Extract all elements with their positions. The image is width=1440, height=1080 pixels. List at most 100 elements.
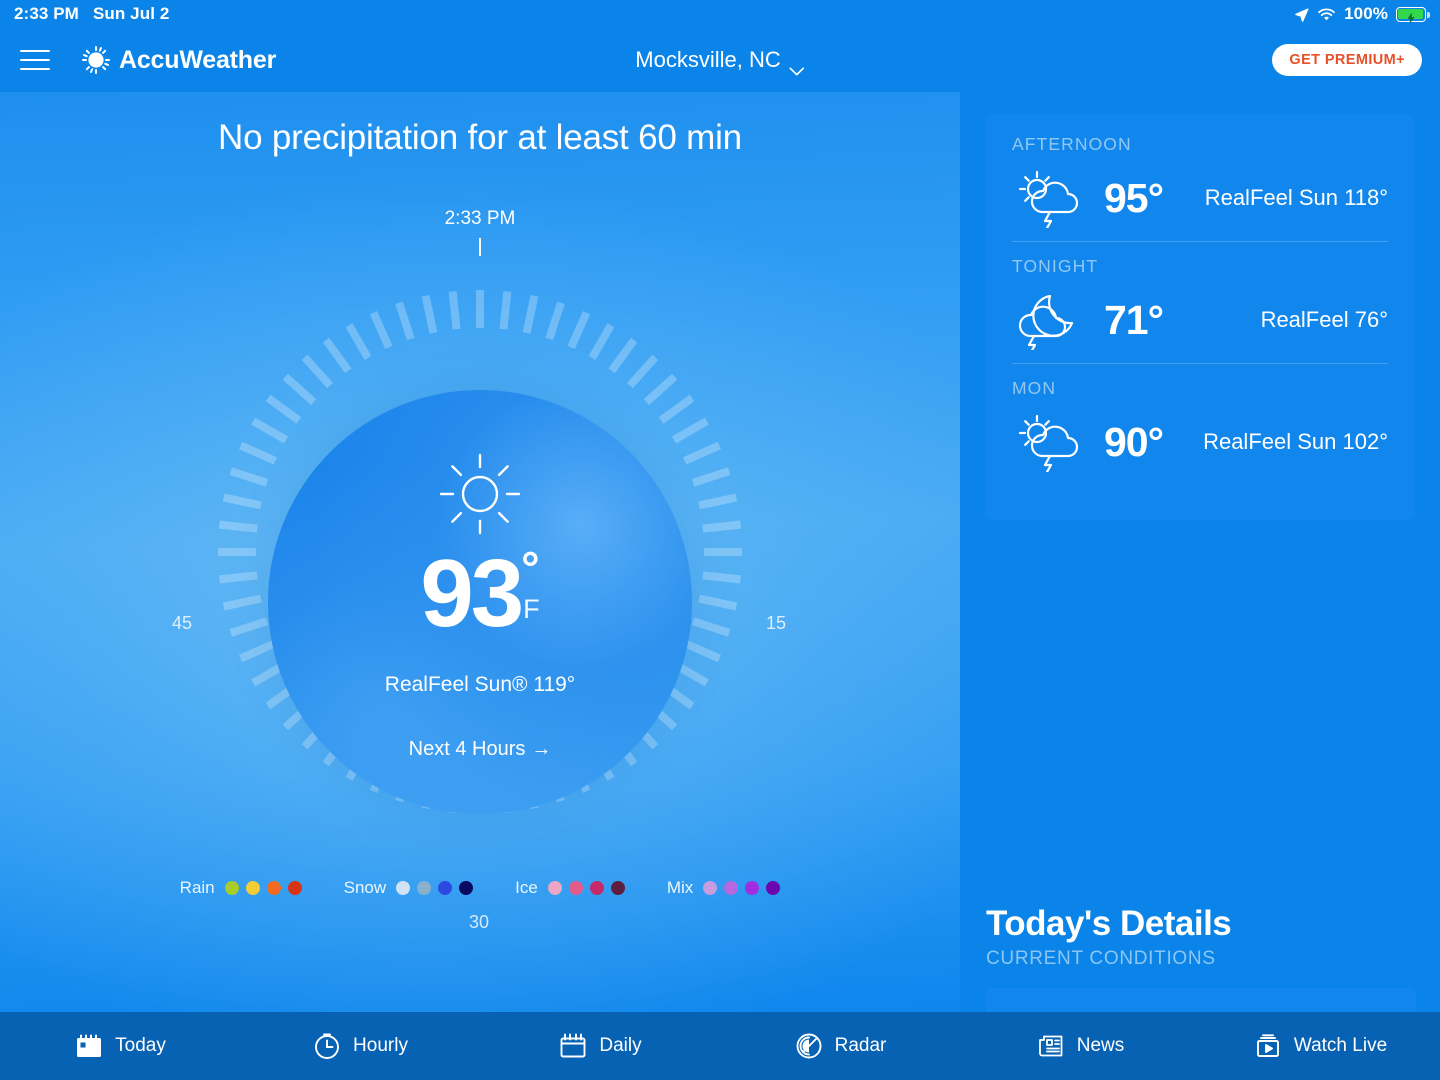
battery-percent: 100%: [1344, 4, 1388, 23]
legend-swatch: [703, 881, 718, 895]
nav-item-label: Radar: [834, 1035, 887, 1056]
degree-symbol: °: [521, 542, 540, 594]
dial-label-30: 30: [469, 912, 490, 932]
legend-swatches: [547, 881, 625, 895]
details-card-stub[interactable]: [986, 988, 1416, 1012]
forecast-row[interactable]: AFTERNOON 95° RealFeel Sun 118°: [1012, 114, 1388, 241]
dial-label-45: 45: [172, 613, 193, 633]
brand-name: AccuWeather: [119, 45, 277, 74]
nav-item-label: News: [1076, 1035, 1125, 1056]
current-temperature: 93 ° F: [268, 542, 692, 642]
dial-now-marker: [479, 238, 481, 256]
wifi-icon: [1317, 7, 1336, 22]
precipitation-legend: Rain Snow Ice Mix: [0, 878, 960, 898]
legend-swatch: [287, 881, 302, 895]
bottom-navigation: Today Hourly Daily Radar News Watch Live: [0, 1012, 1440, 1080]
legend-label: Rain: [179, 878, 215, 897]
forecast-row[interactable]: TONIGHT 71° RealFeel 76°: [1012, 242, 1388, 363]
legend-swatch: [224, 881, 239, 895]
legend-group-snow: Snow: [344, 878, 474, 898]
current-conditions-subtitle: CURRENT CONDITIONS: [986, 948, 1216, 969]
legend-swatch: [417, 881, 432, 895]
forecast-card: AFTERNOON 95° RealFeel Sun 118° TONIGHT 71° R…: [986, 114, 1414, 520]
get-premium-button[interactable]: GET PREMIUM+: [1272, 44, 1422, 76]
radar-icon: [794, 1031, 824, 1061]
location-arrow-icon: [1294, 7, 1309, 22]
forecast-temperature: 71°: [1104, 296, 1164, 343]
nav-item-watch-live[interactable]: Watch Live: [1200, 1031, 1440, 1061]
nav-item-daily[interactable]: Daily: [480, 1031, 720, 1061]
nav-item-today[interactable]: Today: [0, 1031, 240, 1061]
nav-item-hourly[interactable]: Hourly: [240, 1031, 480, 1061]
forecast-realfeel: RealFeel Sun 118°: [1204, 185, 1388, 210]
location-label: Mocksville, NC: [635, 47, 781, 72]
calendar-filled-icon: [74, 1031, 104, 1061]
forecast-period: TONIGHT: [1012, 256, 1099, 276]
next-4-hours-label: Next 4 Hours: [408, 738, 526, 760]
status-date: Sun Jul 2: [92, 4, 170, 23]
brand: AccuWeather: [82, 46, 276, 75]
legend-swatch: [266, 881, 281, 895]
legend-swatch: [245, 881, 260, 895]
right-rail: AFTERNOON 95° RealFeel Sun 118° TONIGHT 71° R…: [960, 92, 1440, 1012]
forecast-temperature: 90°: [1104, 418, 1164, 465]
todays-details-section: Today's Details CURRENT CONDITIONS: [986, 904, 1416, 1012]
minutecast-panel: No precipitation for at least 60 min 2:3…: [0, 92, 960, 1012]
legend-swatch: [396, 881, 411, 895]
legend-swatches: [224, 881, 302, 895]
legend-swatch: [459, 881, 474, 895]
legend-label: Mix: [666, 878, 694, 897]
forecast-realfeel: RealFeel Sun 102°: [1203, 429, 1388, 454]
next-4-hours-link[interactable]: Next 4 Hours →: [268, 738, 692, 761]
status-bar: 2:33 PM Sun Jul 2 100%: [0, 0, 1440, 28]
legend-swatch: [766, 881, 781, 895]
legend-swatch: [568, 881, 583, 895]
legend-swatches: [396, 881, 474, 895]
status-time: 2:33 PM: [14, 4, 79, 23]
clock-icon: [312, 1031, 342, 1061]
sun-cloud-thunderstorm-icon: [1012, 412, 1088, 474]
nav-item-label: Daily: [599, 1035, 642, 1056]
app-screen: 2:33 PM Sun Jul 2 100% AccuWeather Mocks…: [0, 0, 1440, 1080]
forecast-temperature: 95°: [1104, 174, 1164, 221]
legend-group-mix: Mix: [666, 878, 781, 898]
legend-label: Ice: [515, 878, 538, 897]
legend-swatch: [724, 881, 739, 895]
legend-swatch: [589, 881, 604, 895]
forecast-period: MON: [1012, 378, 1057, 398]
legend-group-rain: Rain: [180, 878, 302, 898]
battery-charging-icon: [1396, 6, 1430, 24]
nav-item-label: Today: [115, 1035, 166, 1056]
hamburger-icon[interactable]: [18, 47, 52, 73]
precipitation-headline: No precipitation for at least 60 min: [218, 118, 742, 157]
realfeel-text: RealFeel Sun® 119°: [384, 673, 576, 696]
forecast-period: AFTERNOON: [1012, 134, 1132, 154]
legend-swatch: [547, 881, 562, 895]
nav-item-label: Hourly: [353, 1035, 408, 1056]
legend-swatch: [745, 881, 760, 895]
dial-current-time: 2:33 PM: [444, 208, 516, 229]
calendar-outline-icon: [558, 1031, 588, 1061]
legend-label: Snow: [343, 878, 387, 897]
legend-swatch: [610, 881, 625, 895]
nav-item-news[interactable]: News: [960, 1031, 1200, 1061]
sun-cloud-thunderstorm-icon: [1012, 168, 1088, 230]
nav-item-radar[interactable]: Radar: [720, 1031, 960, 1061]
todays-details-title: Today's Details: [986, 904, 1232, 943]
accuweather-sun-logo: [82, 46, 110, 74]
forecast-body: 95° RealFeel Sun 118°: [1012, 155, 1388, 241]
nav-item-label: Watch Live: [1293, 1035, 1388, 1056]
moon-cloud-thunderstorm-icon: [1012, 290, 1088, 354]
forecast-row[interactable]: MON 90° RealFeel Sun 102°: [1012, 364, 1388, 485]
current-conditions-orb[interactable]: 93 ° F RealFeel Sun® 119° Next 4 Hours →: [268, 390, 692, 814]
status-bar-right: 100%: [1294, 4, 1430, 24]
app-header: AccuWeather Mocksville, NC GET PREMIUM+: [0, 28, 1440, 92]
forecast-body: 71° RealFeel 76°: [1012, 277, 1388, 363]
dial-label-15: 15: [766, 613, 787, 633]
forecast-body: 90° RealFeel Sun 102°: [1012, 399, 1388, 485]
temperature-unit-group: ° F: [521, 542, 540, 623]
legend-group-ice: Ice: [515, 878, 625, 898]
location-selector[interactable]: Mocksville, NC: [635, 47, 805, 75]
arrow-right-icon: →: [531, 738, 552, 760]
sun-icon: [438, 452, 522, 536]
